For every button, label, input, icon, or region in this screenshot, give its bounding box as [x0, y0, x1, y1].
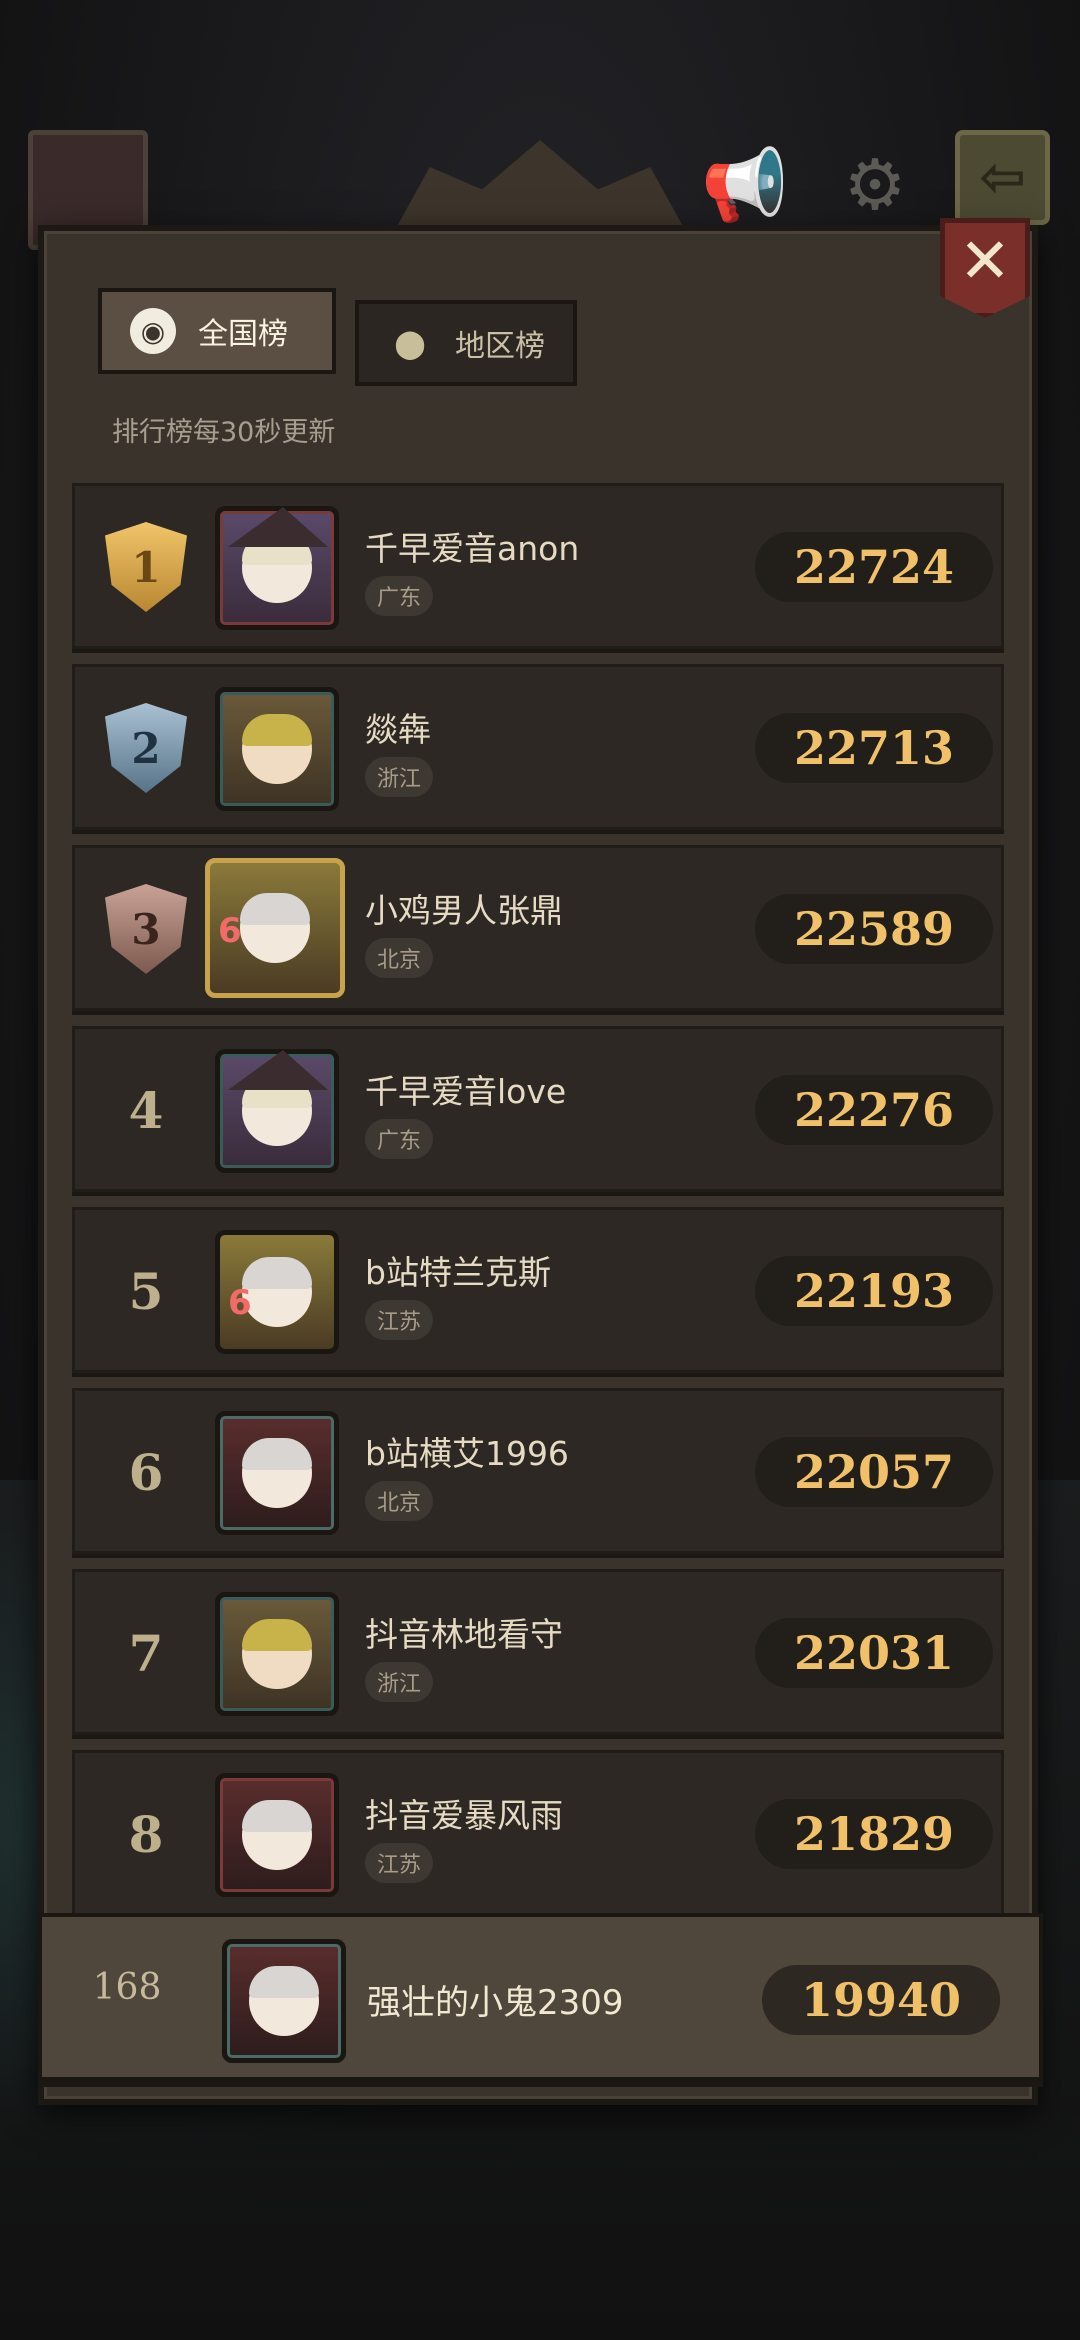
- avatar: [215, 1592, 339, 1716]
- score: 22713: [755, 713, 993, 783]
- leaderboard-row[interactable]: 3 6 小鸡男人张鼎 北京 22589: [72, 845, 1004, 1011]
- rank-badge-gold: 1: [105, 522, 187, 612]
- avatar: [215, 506, 339, 630]
- avatar: 6: [205, 858, 345, 998]
- my-score: 19940: [762, 1965, 1000, 2035]
- tab-regional-label: 地区榜: [455, 329, 545, 364]
- player-name: b站横艾1996: [365, 1434, 569, 1473]
- tab-national[interactable]: ◉ 全国榜: [98, 288, 336, 374]
- score: 22276: [755, 1075, 993, 1145]
- player-name: 抖音爱暴风雨: [365, 1796, 563, 1835]
- my-name: 强壮的小鬼2309: [367, 1983, 624, 2023]
- my-avatar: [222, 1939, 346, 2063]
- player-name: 千早爱音love: [365, 1072, 567, 1111]
- player-name: 千早爱音anon: [365, 529, 580, 568]
- avatar: [215, 1773, 339, 1897]
- globe-icon: ◉: [130, 308, 176, 354]
- leaderboard-row[interactable]: 4 千早爱音love 广东 22276: [72, 1026, 1004, 1192]
- score: 22193: [755, 1256, 993, 1326]
- avatar: 6: [215, 1230, 339, 1354]
- score: 21829: [755, 1799, 993, 1869]
- exit-button[interactable]: ⇦: [955, 130, 1050, 225]
- location-pin-icon: ⬤: [394, 326, 426, 360]
- tab-national-label: 全国榜: [198, 317, 288, 352]
- region-tag: 北京: [365, 1481, 434, 1521]
- rank-number: 4: [128, 1080, 164, 1140]
- score: 22031: [755, 1618, 993, 1688]
- my-rank: 168: [92, 1967, 162, 2008]
- rank-number: 7: [128, 1623, 164, 1683]
- rank-number: 5: [128, 1261, 164, 1321]
- region-tag: 广东: [365, 576, 434, 616]
- close-icon: ✕: [959, 223, 1011, 297]
- region-tag: 浙江: [365, 757, 434, 797]
- player-name: 抖音林地看守: [365, 1615, 563, 1654]
- exit-arrow-icon: ⇦: [979, 145, 1026, 210]
- gear-icon[interactable]: ⚙: [830, 140, 920, 230]
- leaderboard-row[interactable]: 2 燚犇 浙江 22713: [72, 664, 1004, 830]
- rank-badge-bronze: 3: [105, 884, 187, 974]
- tab-regional[interactable]: ⬤ 地区榜: [355, 300, 577, 386]
- avatar: [215, 1049, 339, 1173]
- update-note: 排行榜每30秒更新: [112, 417, 336, 448]
- avatar: [215, 687, 339, 811]
- player-name: 小鸡男人张鼎: [365, 891, 563, 930]
- player-name: 燚犇: [365, 710, 431, 749]
- player-name: b站特兰克斯: [365, 1253, 551, 1292]
- region-tag: 江苏: [365, 1300, 434, 1340]
- rank-badge-silver: 2: [105, 703, 187, 793]
- leaderboard-row[interactable]: 1 千早爱音anon 广东 22724: [72, 483, 1004, 649]
- region-tag: 北京: [365, 938, 434, 978]
- region-tag: 广东: [365, 1119, 434, 1159]
- score: 22057: [755, 1437, 993, 1507]
- avatar: [215, 1411, 339, 1535]
- level-six-badge: 6: [218, 911, 242, 951]
- my-rank-row: 168 强壮的小鬼2309 19940: [38, 1913, 1043, 2081]
- leaderboard-row[interactable]: 7 抖音林地看守 浙江 22031: [72, 1569, 1004, 1735]
- leaderboard-row[interactable]: 8 抖音爱暴风雨 江苏 21829: [72, 1750, 1004, 1916]
- score: 22589: [755, 894, 993, 964]
- score: 22724: [755, 532, 993, 602]
- leaderboard-row[interactable]: 5 6 b站特兰克斯 江苏 22193: [72, 1207, 1004, 1373]
- region-tag: 浙江: [365, 1662, 434, 1702]
- rank-number: 8: [128, 1804, 164, 1864]
- leaderboard-row[interactable]: 6 b站横艾1996 北京 22057: [72, 1388, 1004, 1554]
- megaphone-icon[interactable]: 📢: [700, 140, 790, 230]
- rank-number: 6: [128, 1442, 164, 1502]
- region-tag: 江苏: [365, 1843, 434, 1883]
- level-six-badge: 6: [228, 1283, 252, 1323]
